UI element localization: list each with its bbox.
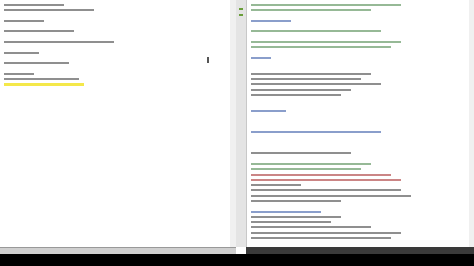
- code-text-block: [4, 62, 69, 65]
- left-editor-pane[interactable]: [0, 0, 236, 247]
- code-text-block: [251, 184, 301, 187]
- code-text-block: [4, 4, 64, 6]
- left-code-lines[interactable]: [4, 2, 234, 92]
- code-text-block: [251, 162, 371, 165]
- editor-window: [0, 0, 474, 254]
- code-text-block: [251, 173, 391, 176]
- right-status-bar: [246, 247, 474, 254]
- code-text-block: [251, 221, 331, 224]
- code-text-block: [251, 109, 286, 112]
- code-text-block: [4, 9, 94, 12]
- code-text-block: [251, 131, 381, 134]
- code-text-block: [251, 210, 321, 213]
- code-text-block: [251, 30, 381, 33]
- code-text-block: [251, 19, 291, 22]
- code-text-block: [251, 152, 351, 155]
- bottom-bar: [0, 254, 474, 266]
- code-text-block: [251, 178, 401, 181]
- left-status-bar: [0, 247, 236, 254]
- code-text-block: [251, 237, 391, 240]
- right-scrollbar[interactable]: [469, 0, 474, 247]
- right-editor-pane[interactable]: [246, 0, 474, 247]
- code-text-block: [4, 78, 79, 81]
- code-text-block: [251, 231, 401, 234]
- code-text-block: [251, 199, 341, 202]
- code-text-block: [251, 226, 371, 229]
- code-text-block: [251, 78, 361, 81]
- right-code-lines[interactable]: [251, 2, 473, 240]
- code-text-block: [251, 41, 401, 44]
- code-text-block: [251, 9, 371, 12]
- code-text-block: [251, 194, 411, 197]
- mouse-cursor-icon: [207, 57, 209, 63]
- highlighted-text-block: [4, 82, 84, 86]
- change-marker: [239, 8, 243, 10]
- code-text-block: [251, 94, 341, 97]
- code-text-block: [4, 30, 74, 33]
- code-text-block: [4, 41, 114, 44]
- code-line[interactable]: [251, 235, 473, 240]
- code-text-block: [251, 4, 401, 6]
- code-text-block: [251, 72, 371, 75]
- code-text-block: [251, 189, 401, 192]
- code-text-block: [251, 168, 361, 171]
- code-text-block: [4, 72, 34, 75]
- code-text-block: [251, 88, 351, 91]
- code-text-block: [251, 83, 381, 86]
- split-divider[interactable]: [236, 0, 246, 247]
- code-text-block: [4, 51, 39, 54]
- code-text-block: [251, 56, 271, 59]
- code-text-block: [251, 46, 391, 49]
- code-text-block: [4, 19, 44, 22]
- code-line[interactable]: [4, 87, 234, 92]
- change-marker: [239, 14, 243, 16]
- code-text-block: [251, 215, 341, 218]
